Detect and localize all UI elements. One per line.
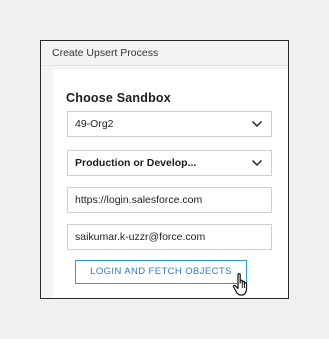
login-url-input[interactable]: https://login.salesforce.com [67, 187, 272, 213]
environment-select-value: Production or Develop... [75, 157, 197, 169]
login-url-value: https://login.salesforce.com [75, 194, 203, 206]
chevron-down-icon [251, 120, 263, 128]
username-value: saikumar.k-uzzr@force.com [75, 231, 206, 243]
login-and-fetch-objects-button[interactable]: LOGIN AND FETCH OBJECTS [75, 260, 247, 284]
section-heading: Choose Sandbox [66, 91, 171, 105]
sandbox-select[interactable]: 49-Org2 [67, 111, 272, 137]
sandbox-select-value: 49-Org2 [75, 118, 114, 130]
environment-select[interactable]: Production or Develop... [67, 150, 272, 176]
window-title: Create Upsert Process [41, 41, 288, 66]
chevron-down-icon [251, 159, 263, 167]
username-input[interactable]: saikumar.k-uzzr@force.com [67, 224, 272, 250]
hand-pointer-icon [232, 273, 248, 296]
